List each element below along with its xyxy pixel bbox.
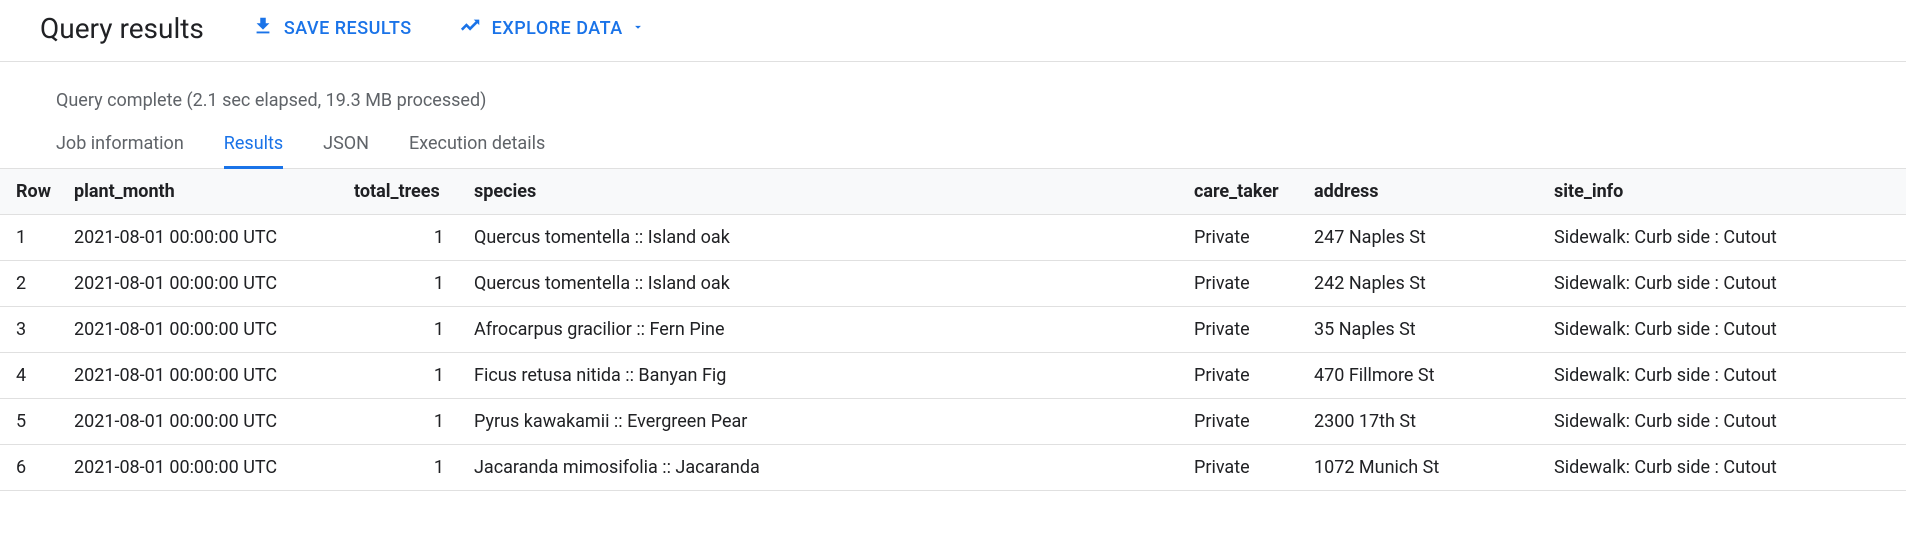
table-header: Rowplant_monthtotal_treesspeciescare_tak… — [0, 169, 1906, 215]
table-row: 12021-08-01 00:00:00 UTC1Quercus tomente… — [0, 215, 1906, 261]
column-header-species[interactable]: species — [464, 169, 1184, 215]
cell-care_taker: Private — [1184, 353, 1304, 399]
cell-plant_month: 2021-08-01 00:00:00 UTC — [64, 261, 344, 307]
cell-address: 2300 17th St — [1304, 399, 1544, 445]
cell-plant_month: 2021-08-01 00:00:00 UTC — [64, 399, 344, 445]
page-title: Query results — [40, 12, 204, 45]
cell-species: Quercus tomentella :: Island oak — [464, 215, 1184, 261]
save-results-label: SAVE RESULTS — [284, 18, 412, 39]
column-header-total_trees[interactable]: total_trees — [344, 169, 464, 215]
results-header: Query results SAVE RESULTS EXPLORE DATA — [0, 0, 1906, 62]
cell-row: 4 — [0, 353, 64, 399]
query-status: Query complete (2.1 sec elapsed, 19.3 MB… — [0, 62, 1906, 111]
cell-care_taker: Private — [1184, 445, 1304, 491]
tab-json[interactable]: JSON — [323, 133, 369, 168]
cell-species: Afrocarpus gracilior :: Fern Pine — [464, 307, 1184, 353]
cell-total_trees: 1 — [344, 445, 464, 491]
cell-extra — [1864, 353, 1906, 399]
table-row: 22021-08-01 00:00:00 UTC1Quercus tomente… — [0, 261, 1906, 307]
cell-total_trees: 1 — [344, 353, 464, 399]
table-row: 42021-08-01 00:00:00 UTC1Ficus retusa ni… — [0, 353, 1906, 399]
cell-extra — [1864, 215, 1906, 261]
cell-address: 242 Naples St — [1304, 261, 1544, 307]
cell-site_info: Sidewalk: Curb side : Cutout — [1544, 445, 1864, 491]
cell-site_info: Sidewalk: Curb side : Cutout — [1544, 261, 1864, 307]
cell-extra — [1864, 307, 1906, 353]
column-header-address[interactable]: address — [1304, 169, 1544, 215]
cell-species: Ficus retusa nitida :: Banyan Fig — [464, 353, 1184, 399]
cell-row: 2 — [0, 261, 64, 307]
cell-row: 3 — [0, 307, 64, 353]
chart-icon — [460, 15, 482, 42]
column-header-plant_month[interactable]: plant_month — [64, 169, 344, 215]
cell-site_info: Sidewalk: Curb side : Cutout — [1544, 353, 1864, 399]
column-header-extra — [1864, 169, 1906, 215]
cell-row: 1 — [0, 215, 64, 261]
cell-care_taker: Private — [1184, 215, 1304, 261]
cell-total_trees: 1 — [344, 399, 464, 445]
download-icon — [252, 15, 274, 42]
cell-species: Pyrus kawakamii :: Evergreen Pear — [464, 399, 1184, 445]
table-row: 32021-08-01 00:00:00 UTC1Afrocarpus grac… — [0, 307, 1906, 353]
cell-site_info: Sidewalk: Curb side : Cutout — [1544, 307, 1864, 353]
tab-results[interactable]: Results — [224, 133, 283, 168]
tab-execution-details[interactable]: Execution details — [409, 133, 545, 168]
cell-care_taker: Private — [1184, 399, 1304, 445]
results-tabs: Job information Results JSON Execution deta… — [0, 111, 1906, 169]
cell-species: Jacaranda mimosifolia :: Jacaranda — [464, 445, 1184, 491]
cell-care_taker: Private — [1184, 261, 1304, 307]
table-row: 62021-08-01 00:00:00 UTC1Jacaranda mimos… — [0, 445, 1906, 491]
column-header-care_taker[interactable]: care_taker — [1184, 169, 1304, 215]
explore-data-button[interactable]: EXPLORE DATA — [460, 15, 645, 42]
cell-address: 1072 Munich St — [1304, 445, 1544, 491]
column-header-site_info[interactable]: site_info — [1544, 169, 1864, 215]
results-table: Rowplant_monthtotal_treesspeciescare_tak… — [0, 169, 1906, 491]
explore-data-label: EXPLORE DATA — [492, 18, 623, 39]
chevron-down-icon — [631, 18, 645, 39]
cell-total_trees: 1 — [344, 261, 464, 307]
cell-care_taker: Private — [1184, 307, 1304, 353]
cell-row: 6 — [0, 445, 64, 491]
cell-site_info: Sidewalk: Curb side : Cutout — [1544, 399, 1864, 445]
table-row: 52021-08-01 00:00:00 UTC1Pyrus kawakamii… — [0, 399, 1906, 445]
cell-address: 470 Fillmore St — [1304, 353, 1544, 399]
tab-job-information[interactable]: Job information — [56, 133, 184, 168]
cell-extra — [1864, 399, 1906, 445]
column-header-row[interactable]: Row — [0, 169, 64, 215]
cell-plant_month: 2021-08-01 00:00:00 UTC — [64, 353, 344, 399]
table-body: 12021-08-01 00:00:00 UTC1Quercus tomente… — [0, 215, 1906, 491]
cell-site_info: Sidewalk: Curb side : Cutout — [1544, 215, 1864, 261]
save-results-button[interactable]: SAVE RESULTS — [252, 15, 412, 42]
cell-extra — [1864, 261, 1906, 307]
cell-total_trees: 1 — [344, 307, 464, 353]
cell-row: 5 — [0, 399, 64, 445]
cell-total_trees: 1 — [344, 215, 464, 261]
cell-extra — [1864, 445, 1906, 491]
cell-address: 247 Naples St — [1304, 215, 1544, 261]
cell-species: Quercus tomentella :: Island oak — [464, 261, 1184, 307]
cell-address: 35 Naples St — [1304, 307, 1544, 353]
cell-plant_month: 2021-08-01 00:00:00 UTC — [64, 445, 344, 491]
cell-plant_month: 2021-08-01 00:00:00 UTC — [64, 307, 344, 353]
cell-plant_month: 2021-08-01 00:00:00 UTC — [64, 215, 344, 261]
